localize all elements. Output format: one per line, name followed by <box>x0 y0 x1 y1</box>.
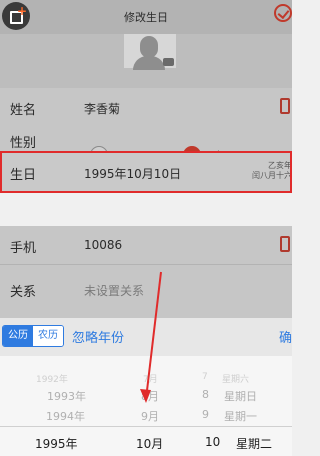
name-row[interactable]: 姓名 李香菊 <box>0 88 292 127</box>
weekday-option: 星期日 <box>224 390 257 403</box>
year-option[interactable]: 1993年 <box>47 388 86 404</box>
phone-value[interactable]: 10086 <box>84 238 122 252</box>
picker-toolbar: 公历 农历 忽略年份 确 <box>0 318 292 356</box>
day-option[interactable]: 7 <box>202 372 208 382</box>
camera-icon <box>163 58 174 66</box>
solar-tab[interactable]: 公历 <box>3 326 33 346</box>
month-option-selected[interactable]: 10月 <box>136 435 163 452</box>
page-title: 修改生日 <box>124 11 168 24</box>
relation-value[interactable]: 未设置关系 <box>84 282 144 299</box>
month-option[interactable]: 7月 <box>143 372 158 385</box>
phone-label: 手机 <box>10 241 37 256</box>
weekday-option: 星期六 <box>222 375 250 385</box>
contact-book-icon[interactable] <box>280 236 290 252</box>
month-option[interactable]: 9月 <box>141 408 159 424</box>
avatar-section <box>0 34 292 88</box>
calendar-type-toggle: 公历 农历 <box>2 325 64 347</box>
month-option[interactable]: 8月 <box>141 388 159 404</box>
ignore-year-button[interactable]: 忽略年份 <box>72 327 124 346</box>
top-bar: + 修改生日 <box>0 0 292 34</box>
screen: + 修改生日 姓名 李香菊 性别 男 女 生日 1995年10月10日 乙亥年 … <box>0 0 292 456</box>
phone-row[interactable]: 手机 10086 <box>0 226 292 265</box>
contact-book-icon[interactable] <box>280 98 290 114</box>
date-wheel-picker[interactable]: 1992年 1993年 1994年 1995年 7月 8月 9月 10月 7 8… <box>0 356 292 456</box>
name-value[interactable]: 李香菊 <box>84 100 120 117</box>
weekday-option-selected: 星期二 <box>236 437 273 451</box>
day-option[interactable]: 8 <box>202 388 209 401</box>
avatar[interactable] <box>124 34 176 70</box>
relation-row[interactable]: 关系 未设置关系 <box>0 265 292 318</box>
year-option[interactable]: 1992年 <box>36 372 68 385</box>
check-icon[interactable] <box>274 4 292 22</box>
year-option-selected[interactable]: 1995年 <box>35 435 78 452</box>
relation-label: 关系 <box>10 285 37 300</box>
day-option-selected[interactable]: 10 <box>205 435 220 449</box>
confirm-button[interactable]: 确 <box>279 327 292 346</box>
day-option[interactable]: 9 <box>202 408 209 421</box>
lunar-tab[interactable]: 农历 <box>33 326 63 346</box>
weekday-option: 星期一 <box>224 410 257 423</box>
birthday-highlight-box <box>0 151 292 193</box>
year-option[interactable]: 1994年 <box>46 408 85 424</box>
name-label: 姓名 <box>10 103 37 118</box>
